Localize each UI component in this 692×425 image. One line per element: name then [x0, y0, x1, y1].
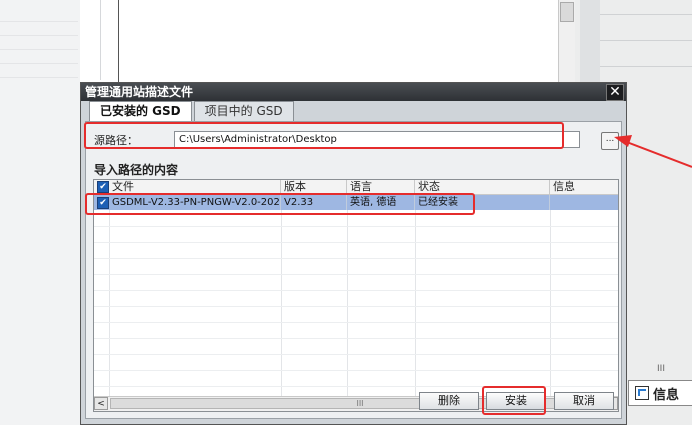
right-panel-line [600, 40, 692, 41]
grid-line [109, 210, 110, 400]
arrow-head [614, 135, 632, 147]
grid-line [347, 210, 348, 400]
row-info [550, 195, 618, 210]
left-panel-row [0, 8, 78, 22]
editor-canvas [118, 0, 560, 82]
grid-line [94, 258, 618, 259]
column-header-file[interactable]: 文件 [109, 180, 281, 194]
info-tab[interactable]: 信息 [628, 380, 692, 406]
editor-scroll-thumb[interactable] [560, 2, 574, 22]
left-panel [0, 0, 80, 425]
grid-line [94, 322, 618, 323]
left-panel-row [0, 64, 78, 78]
select-all-checkbox[interactable]: ✔ [97, 181, 109, 193]
column-header-status[interactable]: 状态 [415, 180, 550, 194]
tab-bar: 已安装的 GSD 项目中的 GSD [89, 101, 296, 122]
highlight-source-path [84, 122, 564, 149]
left-panel-row [0, 50, 78, 64]
cancel-button[interactable]: 取消 [554, 392, 614, 410]
right-panel-line [600, 66, 692, 67]
grid-line [94, 370, 618, 371]
grid-line [94, 306, 618, 307]
highlight-install-button [482, 386, 546, 415]
grid-line [281, 210, 282, 400]
scroll-left-button[interactable]: < [94, 397, 108, 410]
column-header-info[interactable]: 信息 [550, 180, 618, 194]
tab-panel: 源路径： C:\Users\Administrator\Desktop ... … [85, 121, 622, 419]
tab-installed-gsd[interactable]: 已安装的 GSD [89, 101, 192, 122]
grid-line [94, 242, 618, 243]
column-header-language[interactable]: 语言 [347, 180, 415, 194]
arrow-line [623, 140, 692, 168]
grid-line [94, 274, 618, 275]
info-tab-icon [635, 386, 649, 400]
info-tab-label: 信息 [653, 387, 680, 403]
close-icon: ✕ [609, 84, 621, 100]
grid-line [415, 210, 416, 400]
grid-line [94, 290, 618, 291]
import-content-title: 导入路径的内容 [94, 163, 179, 177]
left-panel-divider [100, 0, 101, 80]
grid-line [94, 226, 618, 227]
close-button[interactable]: ✕ [606, 84, 624, 101]
dialog-title: 管理通用站描述文件 [85, 85, 194, 99]
right-panel-scroll-mark[interactable]: III [655, 364, 667, 378]
tab-project-gsd[interactable]: 项目中的 GSD [193, 101, 294, 121]
grid-line [94, 354, 618, 355]
right-panel-line [600, 14, 692, 15]
grid-line [94, 338, 618, 339]
dialog-titlebar: 管理通用站描述文件 ✕ [81, 83, 626, 101]
left-panel-row [0, 36, 78, 50]
grid-line [550, 210, 551, 400]
arrow-annotation [614, 135, 692, 168]
left-panel-row [0, 22, 78, 36]
column-header-version[interactable]: 版本 [281, 180, 347, 194]
delete-button[interactable]: 删除 [419, 392, 479, 410]
highlight-gsd-row [85, 193, 475, 215]
